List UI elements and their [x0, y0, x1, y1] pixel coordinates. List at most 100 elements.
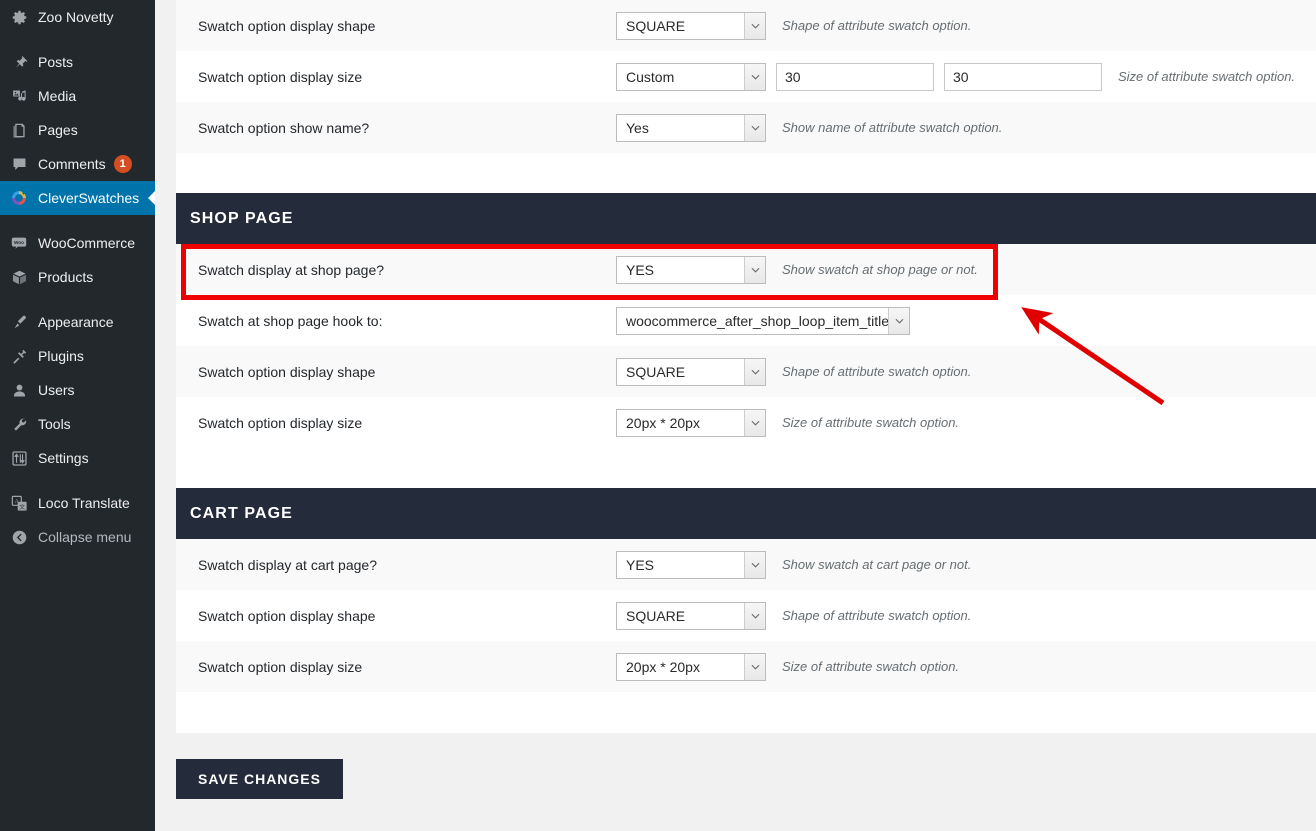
chevron-down-icon [744, 63, 765, 90]
row-description: Show name of attribute swatch option. [782, 120, 1003, 135]
sidebar-item-settings[interactable]: Settings [0, 441, 155, 475]
row-description: Size of attribute swatch option. [1118, 69, 1296, 84]
sidebar-item-users[interactable]: Users [0, 373, 155, 407]
cleverswatches-icon [9, 188, 29, 208]
save-bar: SAVE CHANGES [176, 733, 1316, 831]
sidebar-item-comments[interactable]: Comments 1 [0, 147, 155, 181]
row-swatch-display-at-cart-page: Swatch display at cart page? YES Show sw… [176, 539, 1316, 590]
pages-icon [9, 120, 29, 140]
sidebar-item-label: Collapse menu [38, 529, 132, 545]
section-header-cart-page: CART PAGE [176, 488, 1316, 539]
media-icon [9, 86, 29, 106]
row-label: Swatch display at shop page? [198, 261, 385, 278]
sidebar-item-label: Comments [38, 156, 106, 172]
sidebar-separator [0, 475, 155, 486]
save-changes-button[interactable]: SAVE CHANGES [176, 759, 343, 799]
swatch-show-name-select[interactable]: Yes [616, 113, 766, 142]
row-label: Swatch at shop page hook to: [198, 312, 383, 329]
sidebar-item-label: CleverSwatches [38, 190, 140, 206]
sidebar-item-appearance[interactable]: Appearance [0, 305, 155, 339]
shop-hook-select[interactable]: woocommerce_after_shop_loop_item_title [616, 306, 910, 335]
swatch-height-input[interactable] [944, 62, 1102, 91]
row-swatch-option-display-shape: Swatch option display shape SQUARE Shape… [176, 0, 1316, 51]
cart-shape-select[interactable]: SQUARE [616, 601, 766, 630]
select-value: Yes [626, 119, 649, 136]
sidebar-item-cleverswatches[interactable]: CleverSwatches [0, 181, 155, 215]
comment-icon [9, 154, 29, 174]
row-control: YES Show swatch at shop page or not. [616, 255, 978, 284]
select-value: 20px * 20px [626, 658, 700, 675]
woocommerce-icon: Woo [9, 233, 29, 253]
sidebar-item-pages[interactable]: Pages [0, 113, 155, 147]
row-label: Swatch option show name? [198, 119, 370, 136]
chevron-down-icon [744, 551, 765, 578]
admin-sidebar: Zoo Novetty Posts Media Pages Comments 1… [0, 0, 155, 831]
sidebar-item-site-name[interactable]: Zoo Novetty [0, 0, 155, 34]
swatch-width-input[interactable] [776, 62, 934, 91]
sidebar-separator [0, 215, 155, 226]
sidebar-item-loco-translate[interactable]: A文 Loco Translate [0, 486, 155, 520]
shop-shape-select[interactable]: SQUARE [616, 357, 766, 386]
row-description: Show swatch at shop page or not. [782, 262, 978, 277]
row-cart-swatch-option-display-size: Swatch option display size 20px * 20px S… [176, 641, 1316, 692]
sidebar-item-label: Pages [38, 122, 78, 138]
row-description: Size of attribute swatch option. [782, 415, 960, 430]
cart-display-select[interactable]: YES [616, 550, 766, 579]
sidebar-item-label: Products [38, 269, 94, 285]
user-icon [9, 380, 29, 400]
shop-display-select[interactable]: YES [616, 255, 766, 284]
row-label: Swatch display at cart page? [198, 556, 377, 573]
section-header-shop-page: SHOP PAGE [176, 193, 1316, 244]
row-control: 20px * 20px Size of attribute swatch opt… [616, 408, 960, 437]
row-control: SQUARE Shape of attribute swatch option. [616, 357, 972, 386]
sidebar-item-posts[interactable]: Posts [0, 45, 155, 79]
shop-size-select[interactable]: 20px * 20px [616, 408, 766, 437]
swatch-size-select[interactable]: Custom [616, 62, 766, 91]
chevron-down-icon [888, 307, 909, 334]
sidebar-item-label: Appearance [38, 314, 114, 330]
sidebar-item-tools[interactable]: Tools [0, 407, 155, 441]
row-label: Swatch option display shape [198, 607, 376, 624]
swatch-shape-select[interactable]: SQUARE [616, 11, 766, 40]
sidebar-separator [0, 294, 155, 305]
products-icon [9, 267, 29, 287]
select-value: SQUARE [626, 363, 686, 380]
row-label: Swatch option display size [198, 658, 363, 675]
sidebar-item-label: Settings [38, 450, 89, 466]
section-gap [176, 153, 1316, 193]
select-value: SQUARE [626, 607, 686, 624]
row-description: Show swatch at cart page or not. [782, 557, 972, 572]
row-description: Shape of attribute swatch option. [782, 364, 972, 379]
sidebar-item-media[interactable]: Media [0, 79, 155, 113]
paintbrush-icon [9, 312, 29, 332]
row-swatch-option-display-size: Swatch option display size Custom Size o… [176, 51, 1316, 102]
section-gap [176, 448, 1316, 488]
comments-count-badge: 1 [113, 155, 132, 173]
row-description: Shape of attribute swatch option. [782, 608, 972, 623]
sidebar-item-label: Posts [38, 54, 74, 70]
sidebar-item-label: Tools [38, 416, 71, 432]
wordpress-admin-screen: Zoo Novetty Posts Media Pages Comments 1… [0, 0, 1316, 831]
chevron-down-icon [744, 409, 765, 436]
row-description: Shape of attribute swatch option. [782, 18, 972, 33]
sidebar-item-collapse-menu[interactable]: Collapse menu [0, 520, 155, 554]
sidebar-item-label: Users [38, 382, 75, 398]
row-description: Size of attribute swatch option. [782, 659, 960, 674]
cart-size-select[interactable]: 20px * 20px [616, 652, 766, 681]
chevron-down-icon [744, 114, 765, 141]
wrench-icon [9, 414, 29, 434]
settings-main-content: Swatch option display shape SQUARE Shape… [155, 0, 1316, 831]
row-shop-swatch-option-display-shape: Swatch option display shape SQUARE Shape… [176, 346, 1316, 397]
sidebar-item-woocommerce[interactable]: Woo WooCommerce [0, 226, 155, 260]
pin-icon [9, 52, 29, 72]
row-cart-swatch-option-display-shape: Swatch option display shape SQUARE Shape… [176, 590, 1316, 641]
row-label: Swatch option display size [198, 414, 363, 431]
sidebar-item-label: Media [38, 88, 77, 104]
sidebar-item-plugins[interactable]: Plugins [0, 339, 155, 373]
section-title: SHOP PAGE [190, 209, 294, 227]
row-control: YES Show swatch at cart page or not. [616, 550, 972, 579]
row-label: Swatch option display shape [198, 17, 376, 34]
sidebar-item-products[interactable]: Products [0, 260, 155, 294]
row-label: Swatch option display shape [198, 363, 376, 380]
chevron-down-icon [744, 256, 765, 283]
